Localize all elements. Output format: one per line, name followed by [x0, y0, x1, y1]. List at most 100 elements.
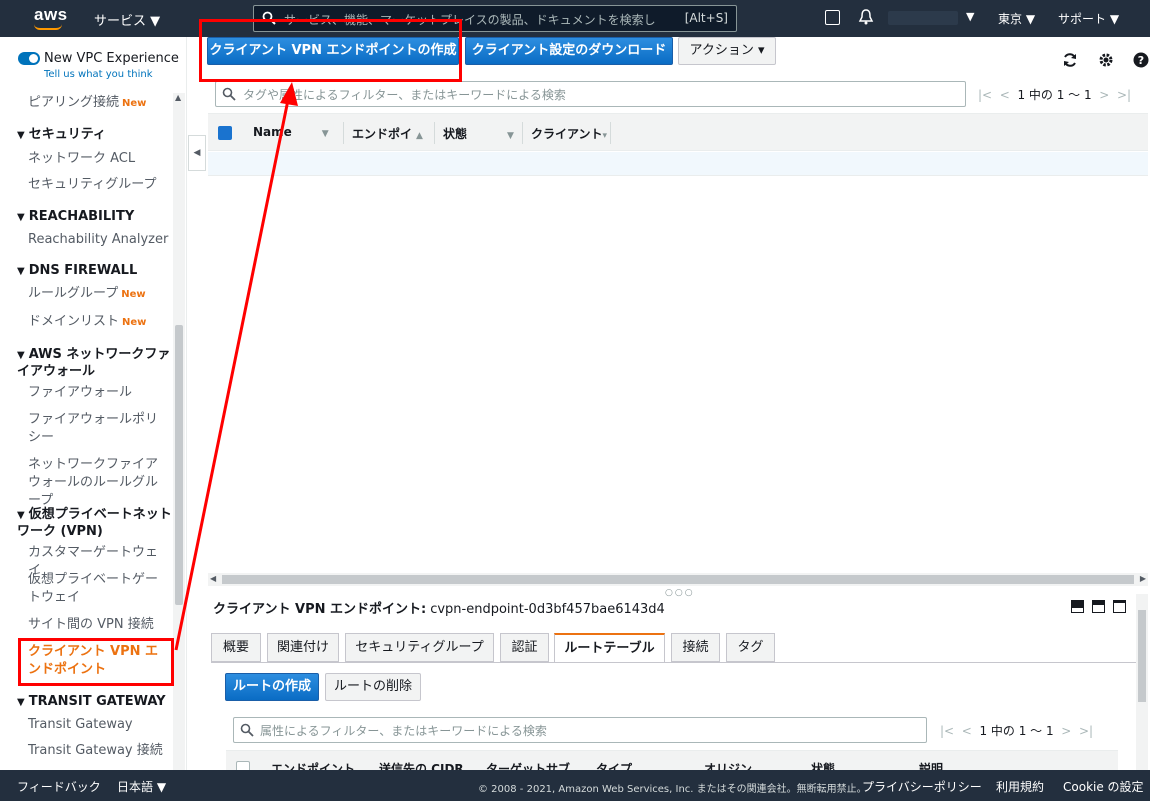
scroll-left-icon[interactable]: ◀: [210, 574, 216, 583]
aws-logo[interactable]: aws: [34, 5, 68, 25]
sidebar-section-vpn[interactable]: ▼ 仮想プライベートネットワーク (VPN): [17, 507, 172, 540]
route-column-origin[interactable]: オリジン: [704, 760, 752, 770]
sidebar-item-transit-gateways[interactable]: Transit Gateway: [28, 716, 170, 734]
pane-resize-handle[interactable]: ○○○: [665, 588, 695, 598]
horizontal-scrollbar-thumb[interactable]: [222, 575, 1134, 584]
sidebar-section-reachability[interactable]: ▼ REACHABILITY: [17, 209, 172, 226]
filter-placeholder: タグや属性によるフィルター、またはキーワードによる検索: [243, 88, 566, 102]
detail-pane-scrollbar-thumb[interactable]: [1138, 610, 1146, 702]
privacy-policy-link[interactable]: プライバシーポリシー: [862, 778, 982, 795]
pane-layout-bottom-icon[interactable]: [1071, 600, 1084, 613]
feedback-button[interactable]: フィードバック: [17, 778, 101, 795]
language-selector[interactable]: 日本語 ▼: [117, 778, 166, 795]
tab-route-table[interactable]: ルートテーブル: [554, 633, 665, 663]
cloudshell-icon[interactable]: [825, 10, 840, 25]
region-selector[interactable]: 東京 ▼: [998, 10, 1035, 27]
triangle-down-icon: ▼: [17, 350, 25, 361]
gear-icon[interactable]: [1098, 52, 1114, 68]
route-column-state[interactable]: 状態: [811, 760, 835, 770]
actions-dropdown[interactable]: アクション ▾: [678, 37, 776, 65]
new-badge: New: [122, 98, 147, 109]
terms-link[interactable]: 利用規約: [996, 778, 1044, 795]
sidebar-item-domain-lists[interactable]: ドメインリスト New: [28, 313, 170, 332]
cookie-settings-link[interactable]: Cookie の設定: [1063, 778, 1144, 795]
account-caret-icon[interactable]: ▼: [966, 10, 974, 23]
account-name-redacted[interactable]: [888, 11, 958, 25]
triangle-down-icon: ▼: [17, 212, 25, 223]
sidebar-item-reachability-analyzer[interactable]: Reachability Analyzer: [28, 231, 170, 249]
scroll-right-icon[interactable]: ▶: [1140, 574, 1146, 583]
sidebar-item-firewalls[interactable]: ファイアウォール: [28, 384, 170, 402]
feedback-link[interactable]: Tell us what you think: [44, 69, 153, 80]
pagination: |< < 1 中の 1 〜 1 > >|: [978, 86, 1131, 103]
sidebar-scrollbar[interactable]: ▲: [173, 93, 185, 770]
help-icon[interactable]: ?: [1133, 52, 1149, 68]
route-column-target-subnet[interactable]: ターゲットサブ: [486, 760, 570, 770]
sidebar-section-transit-gateway[interactable]: ▼ TRANSIT GATEWAY: [17, 694, 172, 711]
support-menu[interactable]: サポート ▼: [1058, 10, 1119, 27]
sidebar-item-security-groups[interactable]: セキュリティグループ: [28, 176, 170, 194]
last-page-icon[interactable]: >|: [1079, 724, 1093, 738]
tab-connections[interactable]: 接続: [671, 633, 720, 662]
next-page-icon[interactable]: >: [1099, 88, 1109, 102]
sidebar-scrollbar-thumb[interactable]: [175, 325, 183, 605]
collapse-sidebar-button[interactable]: ◀: [188, 135, 206, 171]
sidebar-item-firewall-rule-groups[interactable]: ネットワークファイアウォールのルールグループ: [28, 456, 170, 510]
column-resize-handle[interactable]: [434, 122, 435, 144]
table-row[interactable]: [208, 152, 1148, 176]
tab-associations[interactable]: 関連付け: [267, 633, 339, 662]
sidebar-item-peering[interactable]: ピアリング接続 New: [28, 94, 170, 113]
sidebar-item-rule-groups[interactable]: ルールグループ New: [28, 285, 170, 304]
first-page-icon[interactable]: |<: [978, 88, 992, 102]
refresh-icon[interactable]: [1062, 52, 1078, 68]
bell-icon[interactable]: [857, 8, 875, 26]
sidebar-section-dns-firewall[interactable]: ▼ DNS FIREWALL: [17, 263, 172, 280]
scroll-up-icon[interactable]: ▲: [175, 93, 181, 102]
route-filter-input[interactable]: 属性によるフィルター、またはキーワードによる検索: [233, 717, 927, 743]
tab-authorization[interactable]: 認証: [500, 633, 549, 662]
create-route-button[interactable]: ルートの作成: [225, 673, 319, 701]
filter-search-input[interactable]: タグや属性によるフィルター、またはキーワードによる検索: [215, 81, 966, 107]
last-page-icon[interactable]: >|: [1117, 88, 1131, 102]
sidebar-item-virtual-private-gateways[interactable]: 仮想プライベートゲートウェイ: [28, 571, 170, 607]
pane-layout-split-icon[interactable]: [1092, 600, 1105, 613]
column-header-endpoint[interactable]: エンドポイ ▲: [352, 125, 432, 142]
sidebar-item-nacl[interactable]: ネットワーク ACL: [28, 150, 170, 168]
new-badge: New: [122, 317, 147, 328]
prev-page-icon[interactable]: <: [962, 724, 972, 738]
triangle-down-icon: ▼: [17, 130, 25, 141]
route-select-all-checkbox[interactable]: [236, 761, 250, 770]
detail-pane-scrollbar[interactable]: [1136, 594, 1148, 770]
tab-tags[interactable]: タグ: [726, 633, 775, 662]
horizontal-scrollbar[interactable]: ◀ ▶: [208, 573, 1148, 586]
column-resize-handle[interactable]: [522, 122, 523, 144]
select-all-checkbox[interactable]: [218, 126, 232, 140]
route-column-endpoint[interactable]: エンドポイント: [271, 760, 355, 770]
route-column-description[interactable]: 説明: [919, 760, 943, 770]
column-header-client[interactable]: クライアント▾: [531, 125, 607, 142]
sidebar-item-site-to-site-vpn[interactable]: サイト間の VPN 接続: [28, 616, 170, 634]
route-column-type[interactable]: タイプ: [596, 760, 632, 770]
new-badge: New: [121, 289, 146, 300]
services-menu[interactable]: サービス ▼: [94, 10, 160, 29]
page-info: 1 中の 1 〜 1: [1017, 88, 1092, 102]
sidebar-item-transit-gateway-attachments[interactable]: Transit Gateway 接続: [28, 742, 170, 760]
column-resize-handle[interactable]: [343, 122, 344, 144]
pane-layout-top-icon[interactable]: [1113, 600, 1126, 613]
prev-page-icon[interactable]: <: [1000, 88, 1010, 102]
route-column-destination-cidr[interactable]: 送信先の CIDR: [379, 760, 464, 770]
download-client-config-button[interactable]: クライアント設定のダウンロード: [465, 37, 673, 65]
first-page-icon[interactable]: |<: [940, 724, 954, 738]
delete-route-button[interactable]: ルートの削除: [325, 673, 421, 701]
sidebar-item-firewall-policies[interactable]: ファイアウォールポリシー: [28, 411, 170, 447]
sidebar-section-network-firewall[interactable]: ▼ AWS ネットワークファイアウォール: [17, 347, 172, 380]
sidebar-section-security[interactable]: ▼ セキュリティ: [17, 127, 172, 144]
table-header: Name ▼ エンドポイ ▲ 状態 ▼ クライアント▾: [208, 113, 1148, 151]
column-resize-handle[interactable]: [610, 122, 611, 144]
vpc-experience-toggle[interactable]: [18, 52, 40, 65]
column-header-state[interactable]: 状態 ▼: [443, 125, 514, 142]
tab-summary[interactable]: 概要: [211, 633, 261, 662]
column-header-name[interactable]: Name ▼: [253, 125, 329, 139]
next-page-icon[interactable]: >: [1061, 724, 1071, 738]
tab-security-groups[interactable]: セキュリティグループ: [345, 633, 494, 662]
